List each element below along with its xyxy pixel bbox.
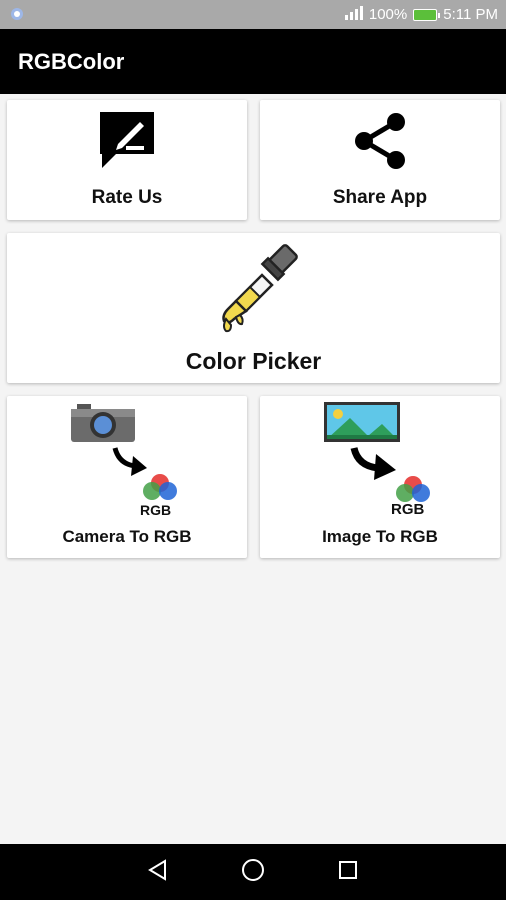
camera-to-rgb-button[interactable]: RGB Camera To RGB: [7, 396, 247, 558]
color-picker-label: Color Picker: [185, 348, 322, 374]
dropper-icon: [210, 239, 310, 340]
notification-icon: [10, 7, 24, 25]
camera-to-rgb-label: Camera To RGB: [62, 527, 192, 546]
rate-us-button[interactable]: Rate Us: [7, 100, 247, 220]
rgb-badge-text: RGB: [391, 501, 425, 518]
back-icon[interactable]: [147, 858, 169, 886]
share-app-button[interactable]: Share App: [260, 100, 500, 220]
app-title: RGBColor: [18, 48, 125, 74]
rate-feedback-icon: [96, 110, 158, 175]
rgb-badge-text: RGB: [140, 502, 172, 518]
image-to-rgb-label: Image To RGB: [322, 527, 438, 546]
recents-icon[interactable]: [337, 859, 359, 886]
share-icon: [352, 112, 408, 175]
color-picker-button[interactable]: Color Picker: [7, 233, 500, 383]
battery-icon: [413, 8, 441, 21]
signal-icon: [343, 5, 363, 24]
share-app-label: Share App: [332, 187, 428, 208]
home-icon[interactable]: [241, 858, 265, 887]
status-time: 5:11 PM: [443, 6, 498, 23]
app-bar: RGBColor: [0, 29, 506, 94]
rate-us-label: Rate Us: [91, 187, 163, 208]
image-to-rgb-button[interactable]: RGB Image To RGB: [260, 396, 500, 558]
navigation-bar: [0, 844, 506, 900]
battery-percent: 100%: [368, 6, 408, 23]
status-bar: 100% 5:11 PM: [0, 0, 506, 29]
camera-icon: [71, 404, 135, 447]
image-icon: [324, 402, 400, 447]
